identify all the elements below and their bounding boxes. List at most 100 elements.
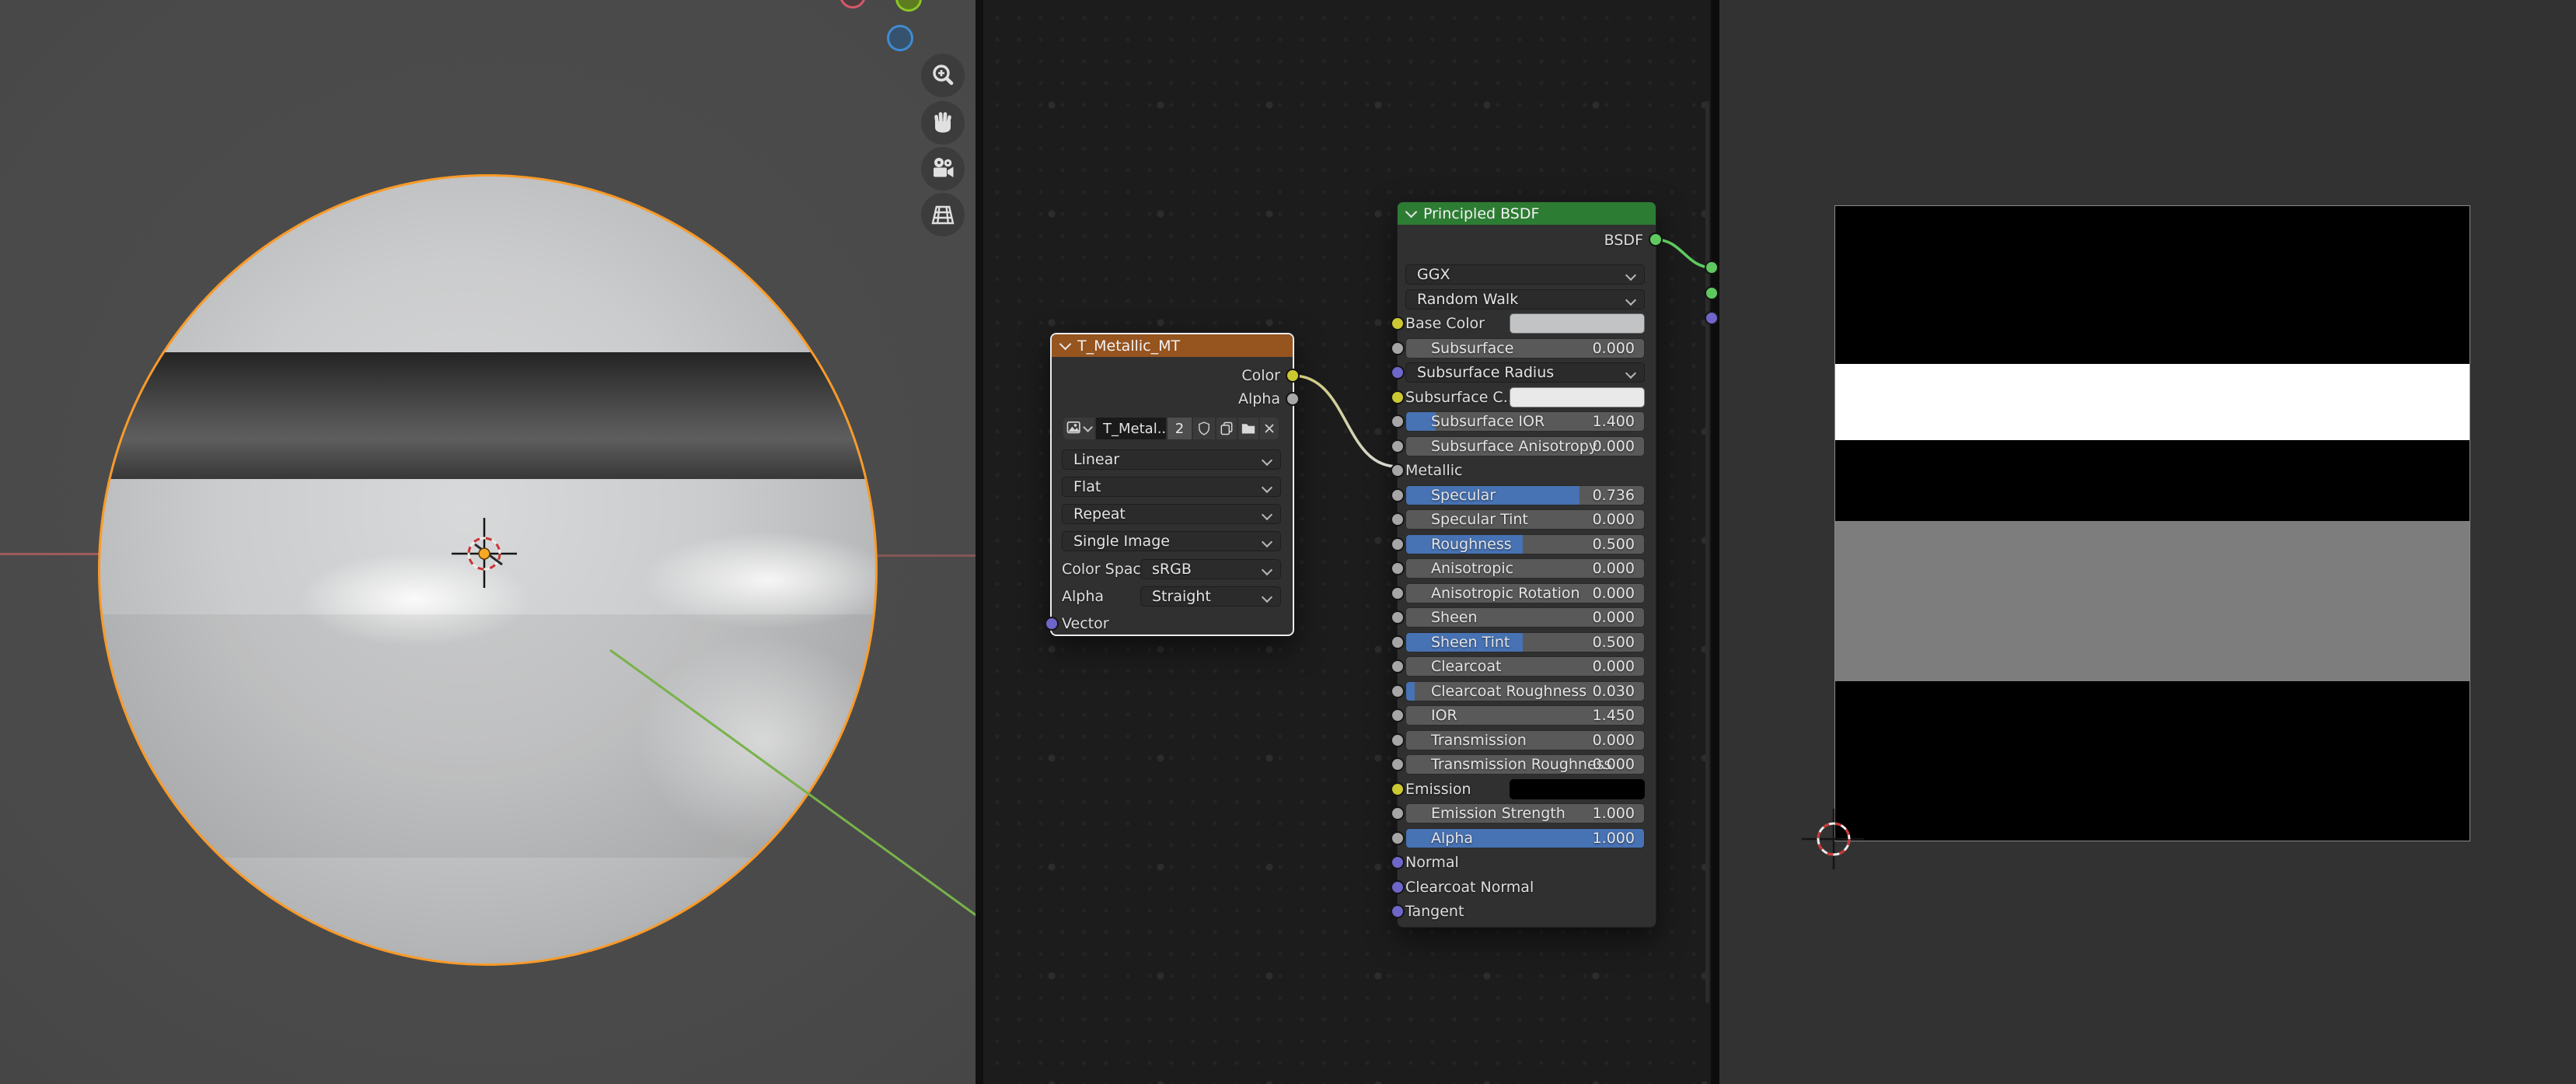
socket-vector-input[interactable] [1045, 617, 1059, 631]
slider-fill [1406, 682, 1415, 701]
socket-tangent-input[interactable] [1391, 904, 1405, 918]
editor-divider[interactable] [976, 0, 983, 1084]
chevron-down-icon [1262, 537, 1272, 547]
emission-swatch[interactable] [1510, 779, 1645, 799]
socket-specular-tint-input[interactable] [1391, 512, 1405, 526]
source-dropdown[interactable]: Single Image [1062, 531, 1281, 551]
subsurface-anisotropy-slider[interactable]: Subsurface Anisotropy 0.000 [1405, 436, 1645, 456]
pan-button[interactable] [921, 101, 965, 145]
socket-specular-input[interactable] [1391, 488, 1405, 502]
socket-alpha-output[interactable] [1286, 392, 1300, 406]
new-image-button[interactable] [1216, 418, 1237, 439]
alpha-mode-dropdown[interactable]: Straight [1140, 586, 1281, 607]
specular-slider[interactable]: Specular 0.736 [1405, 485, 1645, 505]
socket-clearcoat-input[interactable] [1391, 659, 1405, 673]
socket-clearcoat-normal-input[interactable] [1391, 880, 1405, 894]
socket-transmission-roughness-input[interactable] [1391, 757, 1405, 771]
socket-anisotropic-rotation-input[interactable] [1391, 586, 1405, 600]
roughness-slider[interactable]: Roughness 0.500 [1405, 534, 1645, 554]
gizmo-x-axis[interactable] [841, 0, 865, 8]
transmission-roughness-slider[interactable]: Transmission Roughness 0.000 [1405, 754, 1645, 775]
clearcoat-slider[interactable]: Clearcoat 0.000 [1405, 656, 1645, 677]
clearcoat-roughness-slider[interactable]: Clearcoat Roughness 0.030 [1405, 681, 1645, 701]
socket-emission-strength-input[interactable] [1391, 806, 1405, 820]
anisotropic-rotation-slider[interactable]: Anisotropic Rotation 0.000 [1405, 583, 1645, 603]
subsurface-ior-slider[interactable]: Subsurface IOR 1.400 [1405, 411, 1645, 432]
color-space-dropdown[interactable]: sRGB [1140, 559, 1281, 579]
sheen-tint-slider[interactable]: Sheen Tint 0.500 [1405, 632, 1645, 652]
collapse-chevron-icon[interactable] [1405, 205, 1418, 218]
socket-volume-input[interactable] [1705, 286, 1719, 300]
image-stripe-3 [1835, 521, 2470, 681]
socket-roughness-input[interactable] [1391, 537, 1405, 551]
socket-base-color-input[interactable] [1391, 316, 1405, 330]
nav-gizmo[interactable] [841, 0, 921, 51]
chevron-down-icon [1625, 295, 1636, 306]
socket-ior-input[interactable] [1391, 708, 1405, 722]
transmission-slider[interactable]: Transmission 0.000 [1405, 730, 1645, 750]
editor-divider[interactable] [1711, 0, 1719, 1084]
socket-alpha-input[interactable] [1391, 831, 1405, 845]
socket-transmission-input[interactable] [1391, 733, 1405, 747]
camera-view-button[interactable] [921, 147, 965, 191]
emission-strength-slider[interactable]: Emission Strength 1.000 [1405, 803, 1645, 823]
socket-subsurface-anisotropy-input[interactable] [1391, 439, 1405, 453]
gizmo-y-axis[interactable] [897, 0, 921, 11]
subsurface-slider[interactable]: Subsurface 0.000 [1405, 338, 1645, 358]
socket-color-output[interactable] [1286, 369, 1300, 383]
socket-subsurface-input[interactable] [1391, 341, 1405, 355]
grid-view-button[interactable] [921, 193, 965, 236]
node-principled-bsdf[interactable]: Principled BSDF BSDF GGX Random WalkBase… [1397, 201, 1656, 928]
socket-normal-input[interactable] [1391, 855, 1405, 869]
extension-dropdown[interactable]: Repeat [1062, 504, 1281, 524]
projection-dropdown[interactable]: Flat [1062, 477, 1281, 497]
subsurface-radius-dropdown[interactable]: Subsurface Radius [1405, 362, 1645, 383]
gizmo-z-axis[interactable] [888, 26, 913, 51]
sphere-object[interactable] [98, 174, 878, 966]
interpolation-dropdown[interactable]: Linear [1062, 449, 1281, 470]
zoom-button[interactable] [921, 54, 965, 97]
unlink-button[interactable] [1260, 418, 1279, 439]
image-editor[interactable] [1719, 0, 2576, 1084]
socket-emission-input[interactable] [1391, 782, 1405, 796]
color-space-label: Color Space [1062, 559, 1150, 579]
anisotropic-slider[interactable]: Anisotropic 0.000 [1405, 558, 1645, 579]
image-stripe-2 [1835, 440, 2470, 521]
socket-surface-input[interactable] [1705, 261, 1719, 274]
image-stripe-1 [1835, 364, 2470, 440]
ior-slider[interactable]: IOR 1.450 [1405, 705, 1645, 726]
users-count-button[interactable]: 2 [1168, 418, 1192, 439]
random-walk-dropdown[interactable]: Random Walk [1405, 289, 1645, 309]
image-browser-button[interactable] [1063, 418, 1094, 439]
node-header[interactable]: T_Metallic_MT [1052, 334, 1293, 357]
base-color-swatch[interactable] [1510, 313, 1645, 334]
fake-user-button[interactable] [1193, 418, 1215, 439]
socket-bsdf-output[interactable] [1649, 233, 1663, 247]
socket-clearcoat-roughness-input[interactable] [1391, 684, 1405, 698]
socket-subsurface-c-input[interactable] [1391, 390, 1405, 404]
alpha-slider[interactable]: Alpha 1.000 [1405, 828, 1645, 848]
output-label-alpha: Alpha [1238, 389, 1280, 409]
normal-label: Normal [1405, 852, 1459, 872]
socket-subsurface-radius-input[interactable] [1391, 365, 1405, 379]
image-datablock-row: T_Metal... 2 [1063, 418, 1279, 439]
socket-sheen-tint-input[interactable] [1391, 635, 1405, 649]
scrollbar[interactable] [1705, 101, 1709, 1003]
image-name-field[interactable]: T_Metal... [1096, 418, 1166, 439]
viewport-3d[interactable] [0, 0, 977, 1084]
open-image-button[interactable] [1238, 418, 1258, 439]
specular-tint-slider[interactable]: Specular Tint 0.000 [1405, 509, 1645, 530]
collapse-chevron-icon[interactable] [1059, 337, 1072, 350]
subsurface-c-swatch[interactable] [1510, 387, 1645, 407]
chevron-down-icon [1625, 270, 1636, 281]
socket-metallic-input[interactable] [1391, 463, 1405, 477]
sheen-slider[interactable]: Sheen 0.000 [1405, 607, 1645, 628]
node-image-texture[interactable]: T_Metallic_MT Color Alpha T_Metal... [1050, 333, 1294, 636]
socket-sheen-input[interactable] [1391, 610, 1405, 624]
output-label-color: Color [1241, 365, 1280, 386]
node-header[interactable]: Principled BSDF [1398, 202, 1656, 225]
socket-subsurface-ior-input[interactable] [1391, 414, 1405, 428]
socket-anisotropic-input[interactable] [1391, 561, 1405, 575]
socket-displacement-input[interactable] [1705, 311, 1719, 325]
ggx-dropdown[interactable]: GGX [1405, 264, 1645, 285]
